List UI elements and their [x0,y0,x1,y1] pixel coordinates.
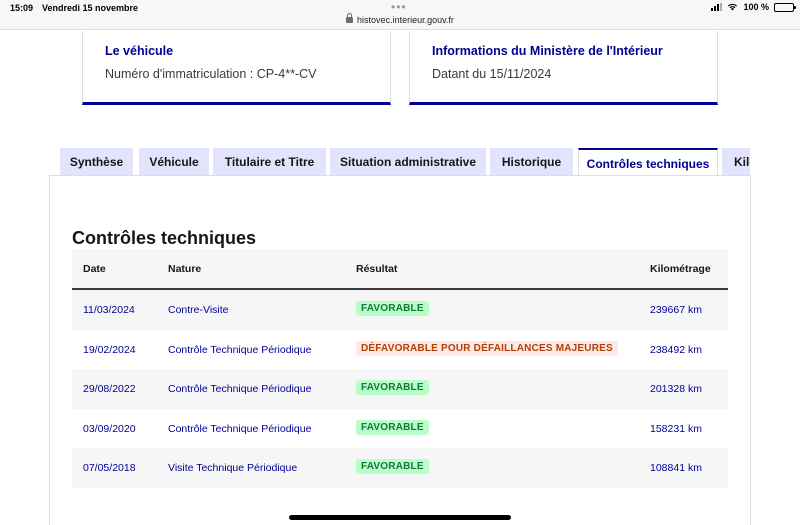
result-badge: FAVORABLE [356,301,429,316]
row-date: 29/08/2022 [83,383,136,395]
row-mileage: 238492 km [650,343,702,356]
registration-number: Numéro d'immatriculation : CP-4**-CV [105,67,317,81]
table-row: 19/02/2024 Contrôle Technique Périodique… [72,330,728,370]
row-date: 19/02/2024 [83,343,136,356]
home-indicator[interactable] [289,515,511,520]
header-date: Date [83,263,106,275]
address-bar[interactable]: histovec.interieur.gouv.fr [0,13,800,25]
battery-icon [774,2,796,12]
row-mileage: 239667 km [650,304,702,316]
table-body: 11/03/2024 Contre-Visite FAVORABLE 23966… [72,290,728,488]
header-mileage: Kilométrage [650,263,711,275]
header-result: Résultat [356,263,398,275]
row-nature: Contrôle Technique Périodique [168,343,312,356]
tab-synthese[interactable]: Synthèse [60,148,133,176]
row-mileage: 201328 km [650,383,702,395]
table-row: 03/09/2020 Contrôle Technique Périodique… [72,409,728,449]
result-badge: FAVORABLE [356,380,429,395]
tab-kilometrage[interactable]: Kilométrage [722,148,750,176]
status-bar: 15:09 Vendredi 15 novembre ••• histovec.… [0,0,800,30]
table-row: 29/08/2022 Contrôle Technique Périodique… [72,369,728,409]
row-nature: Contrôle Technique Périodique [168,383,312,395]
header-nature: Nature [168,263,202,275]
signal-icon [711,3,723,11]
table-row: 11/03/2024 Contre-Visite FAVORABLE 23966… [72,290,728,330]
vehicle-card-title: Le véhicule [105,44,174,58]
tab-list: Synthèse Véhicule Titulaire et Titre Sit… [60,148,750,176]
tab-controles-techniques[interactable]: Contrôles techniques [578,148,718,176]
row-mileage: 158231 km [650,422,702,435]
vehicle-card: Le véhicule Numéro d'immatriculation : C… [82,31,391,105]
row-date: 03/09/2020 [83,422,136,435]
status-time: 15:09 [10,3,34,13]
more-dots-icon[interactable]: ••• [391,0,407,14]
battery-percent: 100 % [743,2,769,12]
row-mileage: 108841 km [650,462,702,474]
result-badge: FAVORABLE [356,459,429,474]
tab-historique[interactable]: Historique [490,148,573,176]
row-nature: Contre-Visite [168,304,229,316]
table-header: Date Nature Résultat Kilométrage [72,249,728,290]
wifi-icon [728,3,738,11]
lock-icon [346,13,354,23]
row-date: 07/05/2018 [83,462,136,474]
url-text: histovec.interieur.gouv.fr [357,15,454,25]
status-date: Vendredi 15 novembre [42,3,139,13]
result-badge: DÉFAVORABLE POUR DÉFAILLANCES MAJEURES [356,340,618,356]
ministry-card: Informations du Ministère de l'Intérieur… [409,31,718,105]
ministry-card-title: Informations du Ministère de l'Intérieur [432,44,663,58]
row-date: 11/03/2024 [83,304,135,316]
table-row: 07/05/2018 Visite Technique Périodique F… [72,448,728,488]
inspections-table: Date Nature Résultat Kilométrage 11/03/2… [72,249,728,488]
status-indicators: 100 % [711,2,796,12]
row-nature: Visite Technique Périodique [168,462,298,474]
tab-vehicule[interactable]: Véhicule [139,148,209,176]
tab-titulaire[interactable]: Titulaire et Titre [213,148,326,176]
tab-situation-administrative[interactable]: Situation administrative [330,148,486,176]
result-badge: FAVORABLE [356,419,429,435]
row-nature: Contrôle Technique Périodique [168,422,312,435]
report-date: Datant du 15/11/2024 [432,67,552,81]
section-title: Contrôles techniques [72,228,257,248]
